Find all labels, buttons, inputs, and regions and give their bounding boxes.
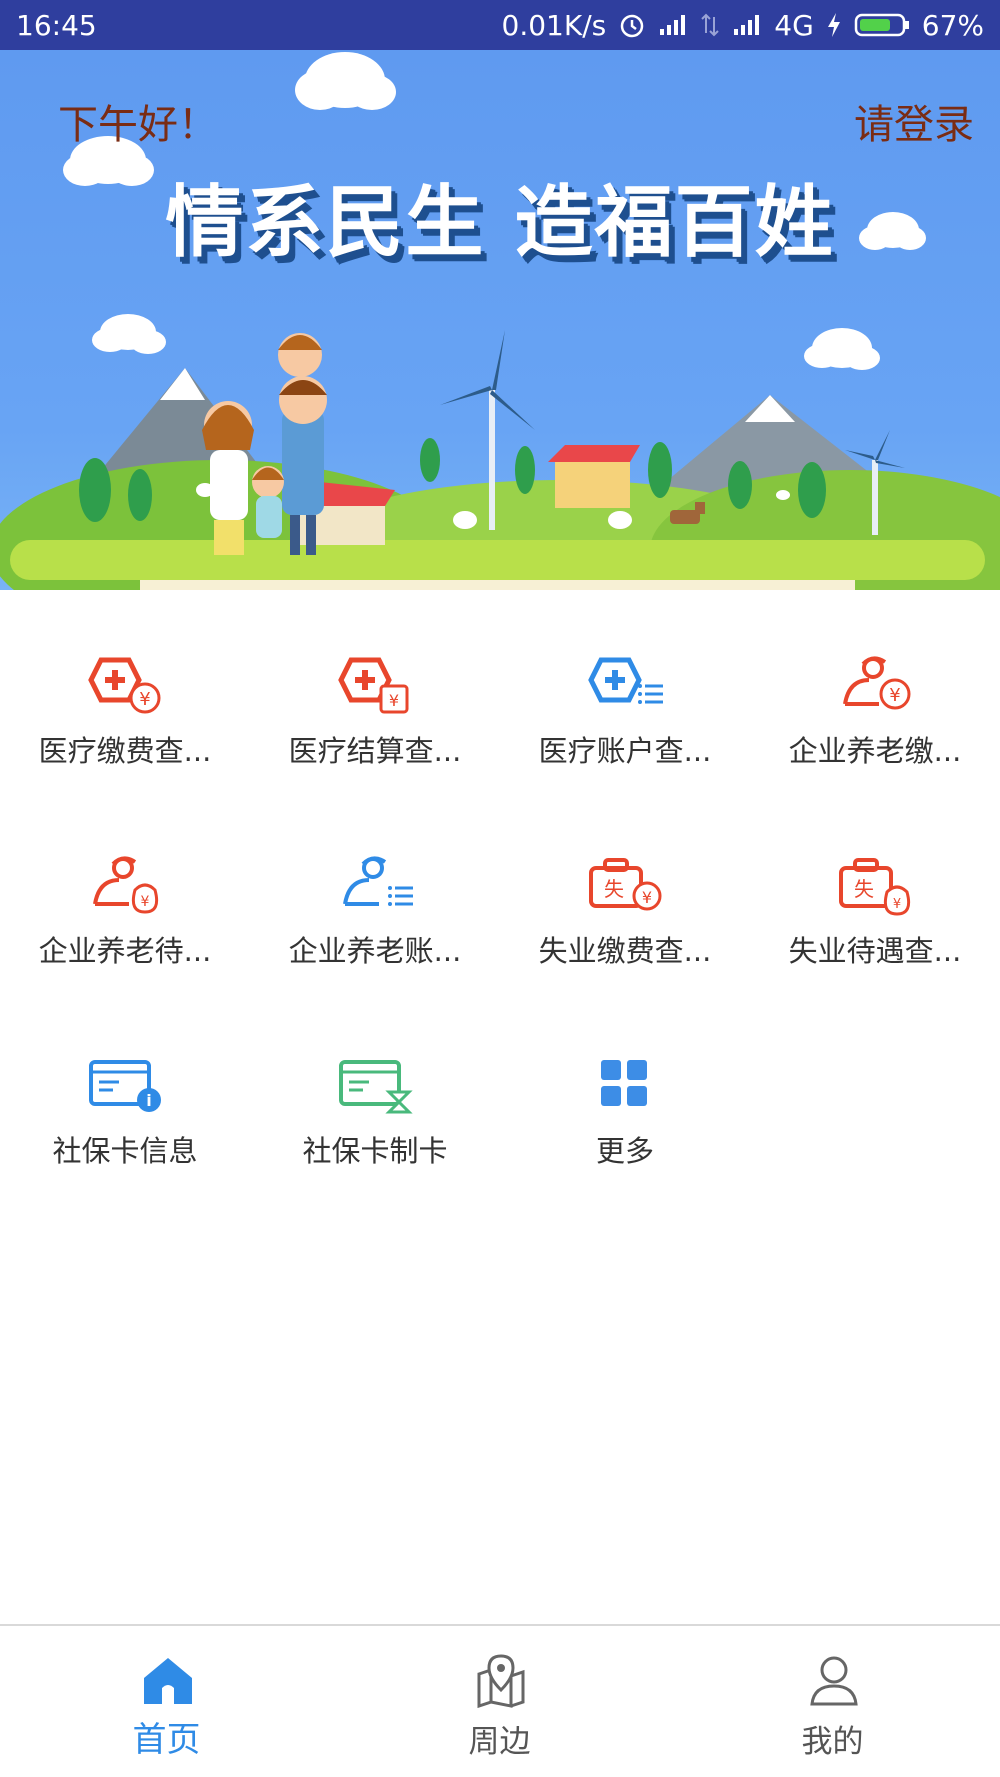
service-label: 更多: [595, 1134, 654, 1168]
service-label: 失业缴费查...: [538, 934, 712, 968]
status-right: 0.01K/s 4G 67%: [502, 9, 984, 42]
alarm-icon: [618, 11, 646, 39]
tab-label: 首页: [132, 1720, 201, 1760]
svg-text:¥: ¥: [889, 685, 900, 706]
service-more[interactable]: 更多: [500, 990, 750, 1190]
tab-mine[interactable]: 我的: [666, 1626, 999, 1776]
svg-text:¥: ¥: [642, 888, 652, 907]
tab-label: 周边: [468, 1724, 531, 1760]
network-type: 4G: [774, 8, 814, 42]
user-icon: [810, 1656, 858, 1706]
social-card-info-icon: i: [89, 1060, 161, 1112]
battery-icon: [854, 12, 910, 38]
pension-payment-icon: ¥: [843, 656, 911, 710]
svg-text:i: i: [146, 1091, 151, 1110]
status-bar: 16:45 0.01K/s 4G 67%: [0, 0, 1000, 50]
signal-icon: [658, 13, 688, 37]
signal-icon-2: [732, 13, 762, 37]
service-label: 企业养老待...: [38, 934, 212, 968]
status-time: 16:45: [16, 8, 97, 42]
unemployment-payment-icon: 失 ¥: [589, 858, 662, 911]
medical-payment-icon: ¥: [88, 657, 161, 714]
svg-text:失: 失: [854, 877, 874, 901]
pension-account-icon: [343, 856, 413, 906]
service-medical-account[interactable]: 医疗账户查...: [500, 590, 750, 790]
home-icon: [144, 1658, 192, 1704]
login-link[interactable]: 请登录: [854, 92, 974, 150]
service-unemployment-payment[interactable]: 失 ¥ 失业缴费查...: [500, 790, 750, 990]
service-label: 医疗结算查...: [288, 734, 462, 768]
service-pension-payment[interactable]: ¥ 企业养老缴...: [750, 590, 1000, 790]
banner-slogan: 情系民生 造福百姓: [165, 178, 835, 268]
greeting-text: 下午好！: [58, 102, 218, 148]
home-banner: 下午好！ 请登录 情系民生 造福百姓: [0, 50, 1000, 590]
svg-text:失: 失: [604, 877, 624, 901]
service-label: 医疗账户查...: [538, 734, 712, 768]
service-label: 医疗缴费查...: [38, 734, 212, 768]
tab-label: 我的: [801, 1724, 864, 1760]
service-label: 失业待遇查...: [788, 934, 962, 968]
service-pension-account[interactable]: 企业养老账...: [250, 790, 500, 990]
service-label: 社保卡信息: [52, 1134, 198, 1168]
bottom-tab-bar: 首页 周边 我的: [0, 1624, 1000, 1777]
service-social-card-info[interactable]: i 社保卡信息: [0, 990, 250, 1190]
tab-home[interactable]: 首页: [0, 1626, 333, 1776]
data-transfer-icon: [700, 13, 720, 37]
social-card-making-icon: [339, 1060, 413, 1114]
service-label: 社保卡制卡: [302, 1134, 448, 1168]
medical-account-icon: [588, 657, 663, 704]
service-unemployment-benefit[interactable]: 失 ¥ 失业待遇查...: [750, 790, 1000, 990]
tab-nearby[interactable]: 周边: [333, 1626, 666, 1776]
medical-settlement-icon: ¥: [338, 657, 409, 714]
service-pension-benefit[interactable]: ¥ 企业养老待...: [0, 790, 250, 990]
service-medical-settlement[interactable]: ¥ 医疗结算查...: [250, 590, 500, 790]
unemployment-benefit-icon: 失 ¥: [839, 858, 911, 916]
svg-text:¥: ¥: [389, 691, 399, 710]
charging-icon: [826, 12, 842, 38]
service-medical-payment[interactable]: ¥ 医疗缴费查...: [0, 590, 250, 790]
network-speed: 0.01K/s: [501, 8, 607, 42]
service-social-card-making[interactable]: 社保卡制卡: [250, 990, 500, 1190]
service-label: 企业养老缴...: [788, 734, 962, 768]
map-pin-icon: [477, 1654, 525, 1708]
more-grid-icon: [601, 1060, 647, 1106]
svg-text:¥: ¥: [893, 897, 901, 912]
svg-text:¥: ¥: [139, 689, 150, 710]
service-label: 企业养老账...: [288, 934, 462, 968]
battery-percent: 67%: [921, 8, 984, 42]
pension-benefit-icon: ¥: [93, 856, 159, 914]
svg-text:¥: ¥: [141, 894, 150, 910]
